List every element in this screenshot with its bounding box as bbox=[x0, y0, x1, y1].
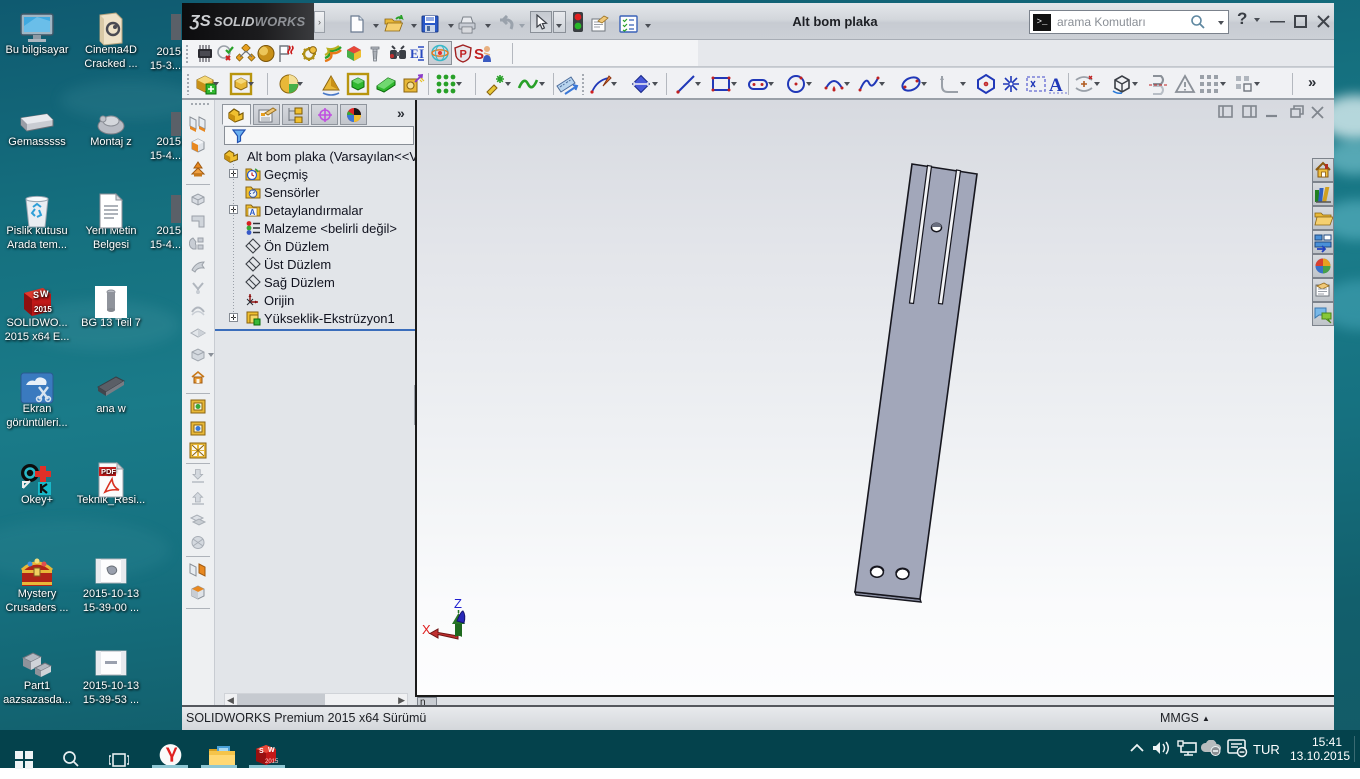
svg-text:W: W bbox=[268, 747, 275, 754]
svg-text:W: W bbox=[40, 289, 49, 299]
svg-text:A: A bbox=[250, 208, 256, 217]
svg-text:Z: Z bbox=[454, 596, 462, 611]
svg-text:I: I bbox=[419, 46, 424, 61]
svg-text:P: P bbox=[460, 49, 467, 61]
svg-text:PDF: PDF bbox=[101, 467, 116, 476]
svg-text:S: S bbox=[474, 46, 484, 63]
svg-text:X: X bbox=[422, 622, 431, 637]
svg-text:2015: 2015 bbox=[34, 305, 52, 314]
svg-text:A: A bbox=[1049, 75, 1063, 96]
svg-text:E: E bbox=[410, 46, 419, 61]
svg-text:S: S bbox=[259, 748, 264, 755]
svg-text:S: S bbox=[33, 290, 39, 300]
